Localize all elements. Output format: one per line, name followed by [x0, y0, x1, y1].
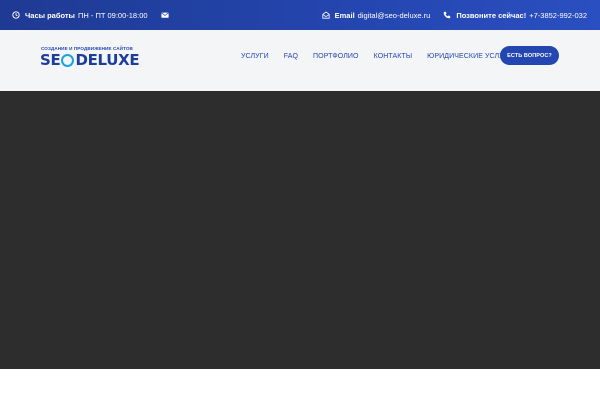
working-hours: Часы работы ПН - ПТ 09:00-18:00: [12, 11, 148, 20]
email-value[interactable]: digital@seo-deluxe.ru: [358, 11, 431, 20]
ask-question-button[interactable]: ЕСТЬ ВОПРОС?: [500, 46, 559, 65]
topbar-right: Email digital@seo-deluxe.ru Позвоните се…: [322, 0, 587, 30]
email-info[interactable]: Email digital@seo-deluxe.ru: [322, 10, 431, 20]
phone-label: Позвоните сейчас!: [456, 10, 527, 20]
nav-item-contacts[interactable]: Контакты: [374, 53, 413, 60]
phone-icon: [443, 11, 451, 19]
hours-label: Часы работы: [25, 10, 75, 20]
clock-icon: [12, 11, 20, 19]
topbar-left: Часы работы ПН - ПТ 09:00-18:00: [12, 0, 174, 30]
phone-value[interactable]: +7-3852-992-032: [529, 11, 587, 20]
envelope-icon[interactable]: [160, 11, 169, 19]
logo-word-right: DELUXE: [75, 51, 140, 69]
logo-word-left: SE: [40, 51, 61, 69]
nav-item-services[interactable]: Услуги: [241, 53, 269, 60]
nav-item-faq[interactable]: FAQ: [284, 53, 298, 60]
logo-wordmark: SE DELUXE: [40, 51, 140, 69]
globe-icon: [61, 53, 75, 67]
email-label: Email: [334, 10, 355, 20]
top-info-bar: Часы работы ПН - ПТ 09:00-18:00 Email di…: [0, 0, 600, 30]
nav-item-portfolio[interactable]: Портфолио: [313, 53, 359, 60]
envelope-outline-icon: [322, 11, 330, 19]
site-logo[interactable]: СОЗДАНИЕ И ПРОДВИЖЕНИЕ САЙТОВ SE DELUXE: [40, 46, 140, 74]
content-area: [0, 369, 600, 400]
main-nav: Услуги FAQ Портфолио Контакты Юридически…: [241, 51, 528, 61]
hero-section: [0, 91, 600, 369]
phone-info[interactable]: Позвоните сейчас! +7-3852-992-032: [443, 11, 587, 20]
hours-value: ПН - ПТ 09:00-18:00: [77, 10, 148, 20]
